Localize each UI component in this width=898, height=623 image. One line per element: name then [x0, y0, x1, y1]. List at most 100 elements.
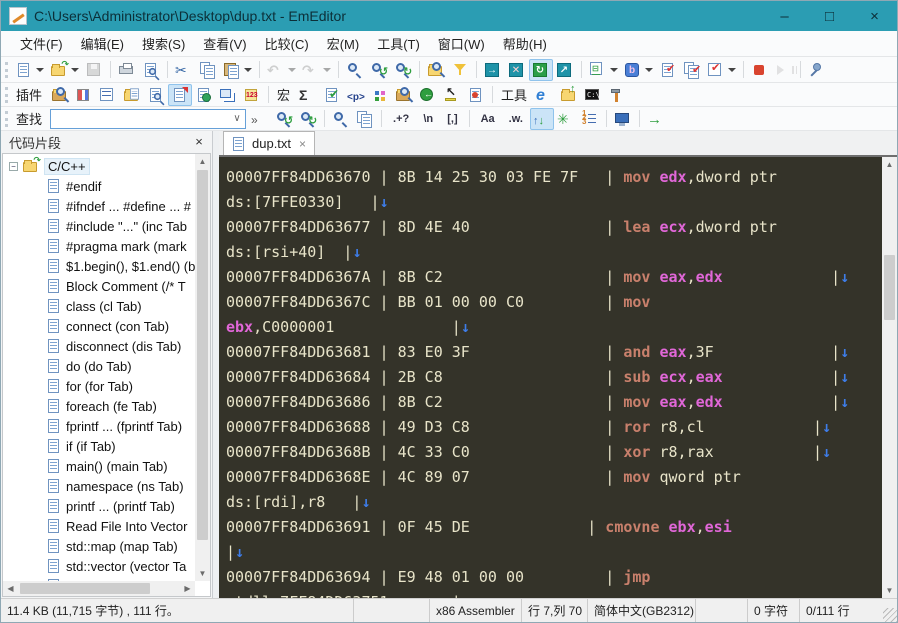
dropdown-arrow-icon[interactable] — [71, 67, 79, 72]
plugin-open-documents-button[interactable] — [120, 84, 144, 106]
find-next-button[interactable]: ↻ — [391, 59, 415, 81]
regex-toggle-button[interactable]: .+? — [386, 108, 416, 130]
macro-sigma-button[interactable]: Σ — [296, 84, 320, 106]
paste-button[interactable] — [220, 59, 255, 81]
snippet-item[interactable]: $1.begin(), $1.end() (b — [3, 256, 195, 276]
print-preview-button[interactable] — [139, 59, 163, 81]
options-check-button[interactable]: ✔ — [704, 59, 739, 81]
macro-find-folders-button[interactable] — [392, 84, 416, 106]
outline-button[interactable]: ⊟ — — [586, 59, 621, 81]
editor-text-area[interactable]: 00007FF84DD63670 | 8B 14 25 30 03 FE 7F … — [219, 157, 882, 598]
plugin-snippets-button[interactable] — [168, 83, 193, 106]
snippet-item[interactable]: foreach (fe Tab) — [3, 396, 195, 416]
dropdown-arrow-icon[interactable] — [244, 67, 252, 72]
snippet-item[interactable]: #pragma mark (mark — [3, 236, 195, 256]
close-button[interactable]: × — [852, 1, 897, 31]
tool-browser-button[interactable]: e — [533, 84, 557, 106]
menu-item-4[interactable]: 比较(C) — [256, 30, 318, 57]
toolbar-grip[interactable] — [5, 110, 8, 127]
dropdown-arrow-icon[interactable] — [728, 67, 736, 72]
copy-button[interactable] — [196, 59, 220, 81]
status-encoding[interactable]: 简体中文(GB2312) — [587, 599, 695, 622]
find-previous-button[interactable]: ↺ — [367, 59, 391, 81]
combo-dropdown-icon[interactable]: ∨ — [229, 110, 245, 128]
scrollbar-thumb[interactable] — [884, 255, 895, 320]
tab-dup-txt[interactable]: dup.txt × — [223, 131, 316, 155]
incremental-search-toggle-button[interactable]: ↑↓ — [529, 107, 554, 130]
tool-folder-up-button[interactable]: ↑ — [557, 83, 581, 106]
scrollbar-thumb[interactable] — [197, 170, 208, 540]
snippet-item[interactable]: #ifndef ... #define ... # — [3, 196, 195, 216]
check-all-documents-button[interactable]: ✔ — [680, 59, 704, 81]
macro-select-button[interactable]: ↖ — [440, 84, 464, 106]
menu-item-0[interactable]: 文件(F) — [11, 30, 72, 57]
plugin-explorer-button[interactable] — [48, 84, 72, 106]
dropdown-arrow-icon[interactable] — [36, 67, 44, 72]
snippet-item[interactable]: std::map (map Tab) — [3, 536, 195, 556]
snippet-item[interactable]: #include "..." (inc Tab — [3, 216, 195, 236]
jump-button[interactable]: → — [644, 108, 668, 130]
wrap-by-characters-button[interactable]: ✕ — [505, 59, 529, 81]
whole-word-toggle-button[interactable]: .w. — [502, 108, 530, 130]
maximize-button[interactable]: □ — [807, 1, 852, 31]
find-input[interactable] — [51, 110, 230, 127]
minimize-button[interactable]: – — [762, 1, 807, 31]
scroll-down-icon[interactable]: ▼ — [882, 583, 897, 598]
open-file-button[interactable]: ↷ — [47, 59, 82, 81]
new-file-button[interactable] — [12, 59, 47, 81]
macro-ptag-button[interactable]: <p> — [344, 84, 368, 106]
number-range-toggle-button[interactable]: [,] — [440, 108, 464, 130]
scroll-down-icon[interactable]: ▼ — [195, 566, 210, 581]
snippets-panel-close-icon[interactable]: × — [190, 133, 208, 151]
plugin-word-count-button[interactable]: 123 — [240, 84, 264, 106]
menu-item-1[interactable]: 编辑(E) — [72, 30, 133, 57]
find-in-files-button[interactable] — [424, 59, 448, 81]
cut-button[interactable]: ✂ — [172, 59, 196, 81]
snippet-item[interactable]: connect (con Tab) — [3, 316, 195, 336]
dropdown-arrow-icon[interactable] — [610, 67, 618, 72]
pin-button[interactable] — [805, 59, 829, 81]
dropdown-arrow-icon[interactable] — [645, 67, 653, 72]
scroll-right-icon[interactable]: ▶ — [180, 581, 195, 596]
dropdown-arrow-icon[interactable] — [323, 67, 331, 72]
scrollbar-thumb[interactable] — [20, 583, 150, 594]
snippet-item[interactable]: fprintf ... (fprintf Tab) — [3, 416, 195, 436]
status-char-count[interactable]: 0 字符 — [747, 599, 799, 622]
snippet-item[interactable]: Block Comment (/* T — [3, 276, 195, 296]
menu-item-6[interactable]: 工具(T) — [368, 30, 429, 57]
snippet-item[interactable]: printf ... (printf Tab) — [3, 496, 195, 516]
snippet-item[interactable]: main() (main Tab) — [3, 456, 195, 476]
snippet-item[interactable]: std::vector (vector Ta — [3, 556, 195, 576]
check-document-button[interactable]: ✔ — [656, 59, 680, 81]
resize-grip[interactable] — [883, 608, 897, 622]
menu-item-8[interactable]: 帮助(H) — [494, 30, 556, 57]
plugin-window-list-button[interactable] — [216, 84, 240, 106]
status-cursor-position[interactable]: 行 7,列 70 — [521, 599, 587, 622]
plugin-outline-button[interactable] — [96, 84, 120, 106]
menu-item-3[interactable]: 查看(V) — [194, 30, 255, 57]
dropdown-arrow-icon[interactable] — [288, 67, 296, 72]
search-next-button[interactable]: ↻ — [296, 108, 320, 130]
tool-customize-button[interactable] — [605, 84, 629, 106]
filter-lines-button[interactable]: 123 — [578, 108, 602, 130]
search-dialog-button[interactable] — [329, 108, 353, 130]
snippets-vertical-scrollbar[interactable]: ▲ ▼ — [195, 154, 210, 581]
wrap-by-page-button[interactable]: ↗ — [553, 59, 577, 81]
toolbar-grip[interactable] — [5, 61, 8, 78]
toolbar-overflow-button[interactable]: » — [248, 108, 272, 130]
tree-collapse-icon[interactable]: − — [9, 161, 18, 171]
plugin-search-button[interactable] — [144, 84, 168, 106]
snippet-item[interactable]: class (cl Tab) — [3, 296, 195, 316]
editor-vertical-scrollbar[interactable]: ▲ ▼ — [882, 157, 897, 598]
macro-back-button[interactable]: ← — [416, 84, 440, 106]
redo-button[interactable]: ↷ — [299, 59, 334, 81]
search-previous-button[interactable]: ↺ — [272, 108, 296, 130]
find-button[interactable] — [343, 59, 367, 81]
snippet-item[interactable]: #endif — [3, 176, 195, 196]
menu-item-7[interactable]: 窗口(W) — [429, 30, 494, 57]
escape-sequence-toggle-button[interactable]: \n — [416, 108, 440, 130]
scroll-up-icon[interactable]: ▲ — [882, 157, 897, 172]
status-line-count[interactable]: 0/111 行 — [799, 599, 857, 622]
run-macro-button[interactable] — [772, 59, 797, 81]
status-syntax[interactable]: x86 Assembler — [429, 599, 521, 622]
